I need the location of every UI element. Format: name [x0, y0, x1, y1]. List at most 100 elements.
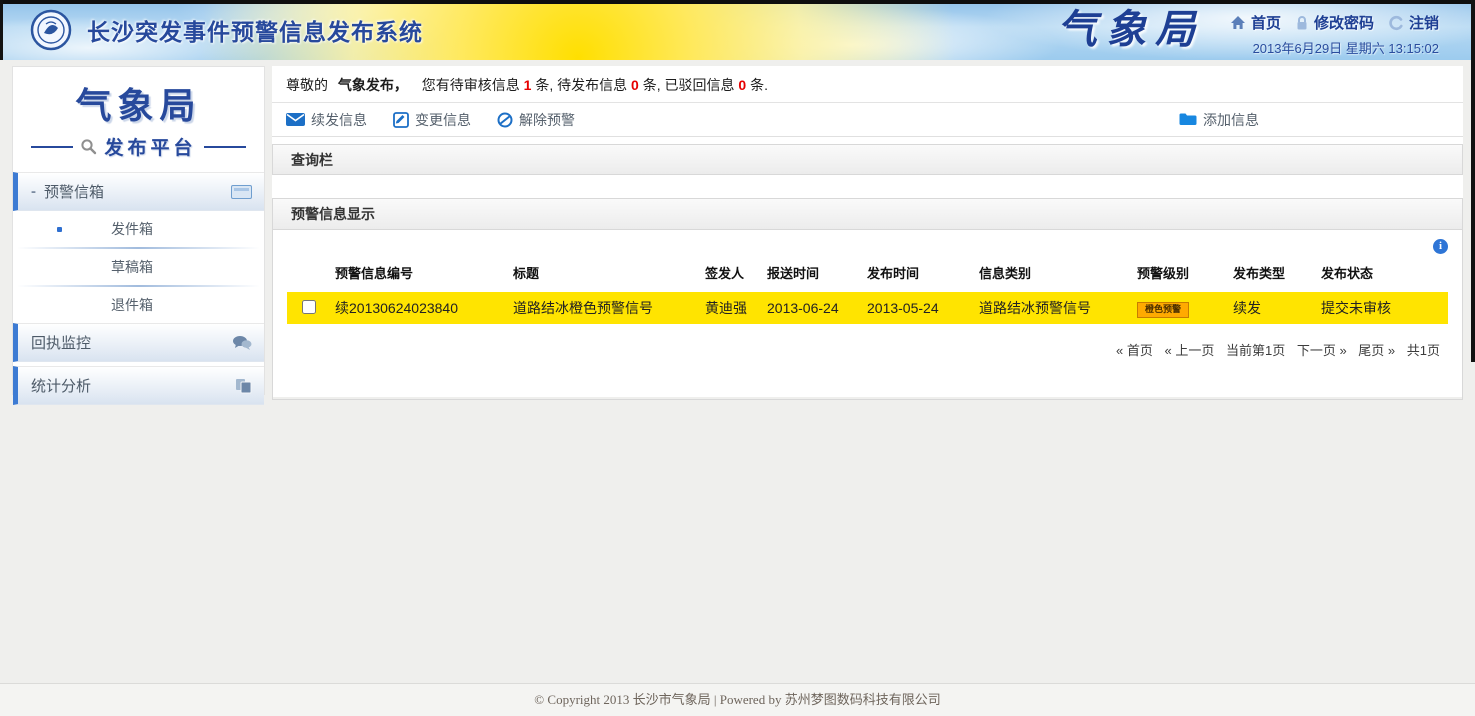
home-label: 首页 — [1251, 12, 1281, 33]
change-info-label: 变更信息 — [415, 110, 471, 130]
pagination-first[interactable]: « 首页 — [1116, 343, 1153, 358]
home-link[interactable]: 首页 — [1230, 12, 1281, 33]
sidebar-item-returned[interactable]: 退件箱 — [13, 287, 264, 323]
greeting-suffix: 条. — [750, 77, 768, 93]
cell-submit-time: 2013-06-24 — [763, 292, 863, 324]
sidebar-logo-subtitle: 发布平台 — [104, 133, 196, 160]
pagination-total: 共1页 — [1407, 343, 1440, 358]
chat-bubbles-icon — [232, 335, 252, 351]
change-info-button[interactable]: 变更信息 — [393, 110, 471, 130]
pagination-prev[interactable]: « 上一页 — [1165, 343, 1215, 358]
sidebar-item-label: 统计分析 — [31, 375, 91, 396]
col-header-publish-time: 发布时间 — [863, 254, 975, 292]
pagination: « 首页 « 上一页 当前第1页 下一页 » 尾页 » 共1页 — [287, 324, 1448, 359]
current-user: 气象发布， — [338, 77, 408, 93]
copy-pages-icon — [235, 378, 252, 394]
home-icon — [1230, 15, 1246, 30]
warning-info-panel-title: 预警信息显示 — [291, 206, 375, 222]
greeting-text: 条, 已驳回信息 — [643, 77, 735, 93]
warning-level-badge: 橙色预警 — [1137, 302, 1189, 318]
mailbox-icon — [231, 185, 252, 199]
sidebar-item-label: 预警信箱 — [44, 181, 104, 202]
sidebar-logo: 气象局 发布平台 — [13, 67, 264, 172]
greeting-bar: 尊敬的 气象发布， 您有待审核信息 1 条, 待发布信息 0 条, 已驳回信息 … — [272, 66, 1463, 103]
agency-logo-icon — [30, 9, 72, 51]
col-header-issuer: 签发人 — [701, 254, 763, 292]
pending-publish-count: 0 — [631, 77, 639, 93]
rule-left — [31, 146, 73, 148]
ban-icon — [497, 112, 513, 128]
col-header-id: 预警信息编号 — [331, 254, 509, 292]
info-icon[interactable]: i — [1433, 239, 1448, 254]
cell-publish-type: 续发 — [1229, 292, 1317, 324]
submenu-label: 发件箱 — [111, 221, 153, 237]
sidebar-logo-title: 气象局 — [13, 77, 264, 129]
resend-info-label: 续发信息 — [311, 110, 367, 130]
envelope-icon — [286, 113, 305, 126]
active-dot — [57, 227, 62, 232]
warning-info-panel: 预警信息显示 i 预警信息编号 标题 签发人 报送时间 — [272, 198, 1463, 400]
query-panel-title: 查询栏 — [291, 152, 333, 168]
col-header-publish-type: 发布类型 — [1229, 254, 1317, 292]
datetime-display: 2013年6月29日 星期六 13:15:02 — [1253, 38, 1439, 57]
cell-status: 提交未审核 — [1317, 292, 1448, 324]
screen-edge-right — [1471, 0, 1475, 362]
cancel-warning-label: 解除预警 — [519, 110, 575, 130]
add-info-label: 添加信息 — [1203, 110, 1259, 130]
logout-refresh-icon — [1388, 15, 1404, 31]
sidebar: 气象局 发布平台 - 预警信箱 发件箱 — [12, 66, 265, 395]
app-header: 长沙突发事件预警信息发布系统 气象局 首页 — [0, 0, 1475, 60]
warning-info-table: 预警信息编号 标题 签发人 报送时间 发布时间 信息类别 预警级别 发布类型 发… — [287, 254, 1448, 324]
lock-icon — [1295, 15, 1309, 31]
pagination-last[interactable]: 尾页 » — [1358, 343, 1395, 358]
sidebar-item-label: 回执监控 — [31, 332, 91, 353]
cell-title: 道路结冰橙色预警信号 — [509, 292, 701, 324]
cell-warning-id: 续20130624023840 — [331, 292, 509, 324]
add-info-button[interactable]: 添加信息 — [1179, 110, 1259, 130]
cell-category: 道路结冰预警信号 — [975, 292, 1133, 324]
sidebar-item-statistics[interactable]: 统计分析 — [13, 366, 264, 405]
table-header-row: 预警信息编号 标题 签发人 报送时间 发布时间 信息类别 预警级别 发布类型 发… — [287, 254, 1448, 292]
cell-publish-time: 2013-05-24 — [863, 292, 975, 324]
copyright-text: © Copyright 2013 长沙市气象局 | Powered by 苏州梦… — [534, 692, 940, 707]
greeting-text: 您有待审核信息 — [422, 77, 520, 93]
action-toolbar: 续发信息 变更信息 解除预警 — [272, 103, 1463, 137]
folder-icon — [1179, 113, 1197, 126]
submenu-label: 退件箱 — [111, 297, 153, 313]
screen-edge-top — [0, 0, 1475, 4]
pending-review-count: 1 — [524, 77, 532, 93]
rule-right — [204, 146, 246, 148]
search-icon — [80, 138, 97, 155]
col-header-category: 信息类别 — [975, 254, 1133, 292]
resend-info-button[interactable]: 续发信息 — [286, 110, 367, 130]
logout-link[interactable]: 注销 — [1388, 12, 1439, 33]
warning-info-panel-header: 预警信息显示 — [273, 199, 1462, 230]
row-checkbox[interactable] — [302, 300, 316, 314]
greeting-prefix: 尊敬的 — [286, 77, 328, 93]
edit-icon — [393, 112, 409, 128]
table-row: 续20130624023840 道路结冰橙色预警信号 黄迪强 2013-06-2… — [287, 292, 1448, 324]
main-content: 尊敬的 气象发布， 您有待审核信息 1 条, 待发布信息 0 条, 已驳回信息 … — [272, 66, 1463, 397]
submenu-label: 草稿箱 — [111, 259, 153, 275]
query-panel-header: 查询栏 — [272, 144, 1463, 175]
pagination-current: 当前第1页 — [1226, 343, 1285, 358]
logout-label: 注销 — [1409, 12, 1439, 33]
sidebar-item-outbox[interactable]: 发件箱 — [13, 211, 264, 247]
footer: © Copyright 2013 长沙市气象局 | Powered by 苏州梦… — [0, 683, 1475, 716]
cell-issuer: 黄迪强 — [701, 292, 763, 324]
bureau-brand: 气象局 — [1057, 5, 1204, 55]
system-title: 长沙突发事件预警信息发布系统 — [87, 13, 423, 47]
sidebar-item-receipt-monitor[interactable]: 回执监控 — [13, 323, 264, 362]
col-header-status: 发布状态 — [1317, 254, 1448, 292]
col-header-title: 标题 — [509, 254, 701, 292]
change-password-label: 修改密码 — [1314, 12, 1374, 33]
screen-edge-left — [0, 0, 3, 60]
col-header-level: 预警级别 — [1133, 254, 1229, 292]
col-header-submit-time: 报送时间 — [763, 254, 863, 292]
pagination-next[interactable]: 下一页 » — [1297, 343, 1347, 358]
cancel-warning-button[interactable]: 解除预警 — [497, 110, 575, 130]
sidebar-item-drafts[interactable]: 草稿箱 — [13, 249, 264, 285]
sidebar-item-warning-inbox[interactable]: - 预警信箱 — [13, 172, 264, 211]
greeting-text: 条, 待发布信息 — [535, 77, 627, 93]
change-password-link[interactable]: 修改密码 — [1295, 12, 1374, 33]
